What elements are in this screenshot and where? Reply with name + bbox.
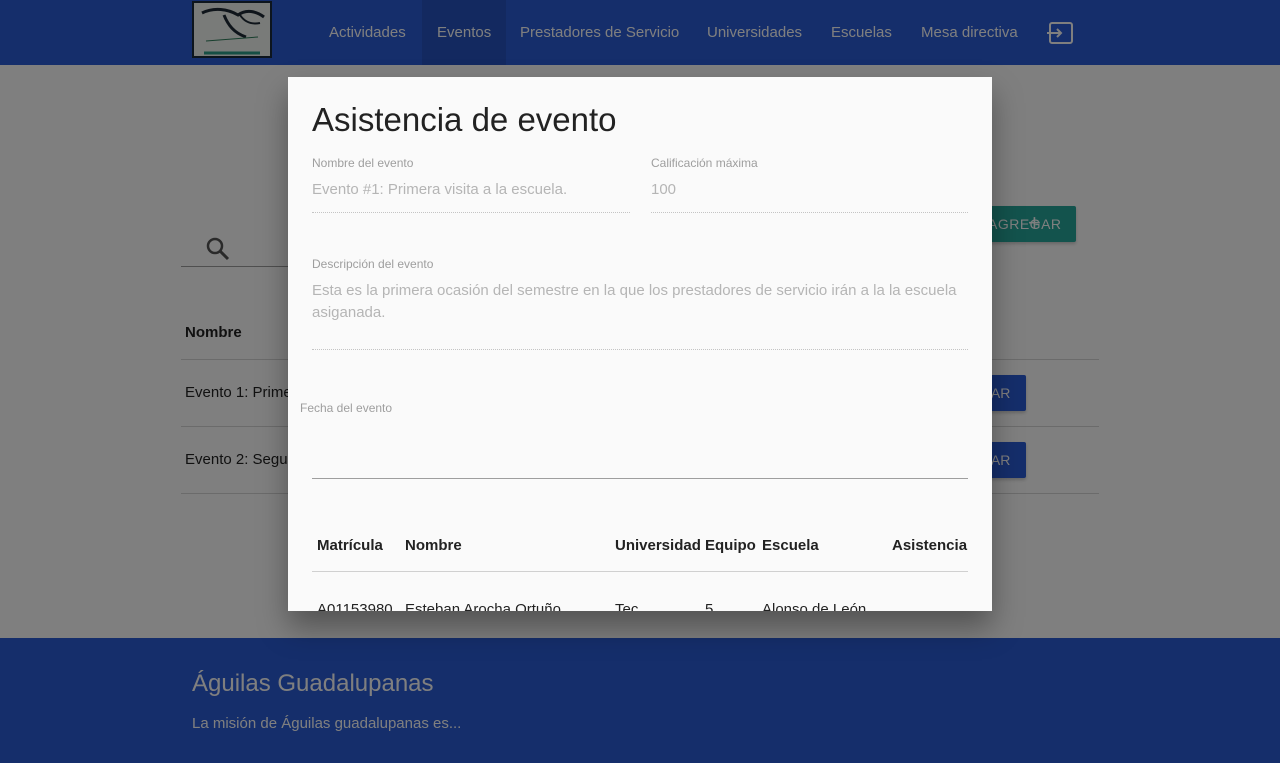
max-grade-label: Calificación máxima xyxy=(651,156,758,170)
th-nombre: Nombre xyxy=(405,537,462,554)
th-asistencia: Asistencia xyxy=(892,537,968,554)
cell-nombre: Esteban Arocha Ortuño xyxy=(405,601,561,611)
table-header-divider xyxy=(312,571,968,572)
cell-universidad: Tec xyxy=(615,601,639,611)
max-grade-field[interactable]: 100 xyxy=(651,179,676,201)
th-universidad: Universidad xyxy=(615,537,701,554)
date-underline xyxy=(312,478,968,479)
th-matricula: Matrícula xyxy=(317,537,383,554)
event-name-label: Nombre del evento xyxy=(312,156,414,170)
description-underline xyxy=(312,349,968,350)
cell-escuela: Alonso de León xyxy=(762,601,867,611)
date-label: Fecha del evento xyxy=(300,401,393,415)
max-grade-underline xyxy=(651,212,968,213)
event-name-underline xyxy=(312,212,630,213)
cell-equipo: 5 xyxy=(705,601,714,611)
description-label: Descripción del evento xyxy=(312,257,434,271)
modal-title: Asistencia de evento xyxy=(312,101,617,138)
event-attendance-modal: Asistencia de evento Nombre del evento E… xyxy=(288,77,992,611)
th-equipo: Equipo xyxy=(705,537,756,554)
th-escuela: Escuela xyxy=(762,537,819,554)
description-field[interactable]: Esta es la primera ocasión del semestre … xyxy=(312,280,968,324)
event-name-field[interactable]: Evento #1: Primera visita a la escuela. xyxy=(312,179,567,201)
cell-matricula: A01153980 xyxy=(317,601,393,611)
